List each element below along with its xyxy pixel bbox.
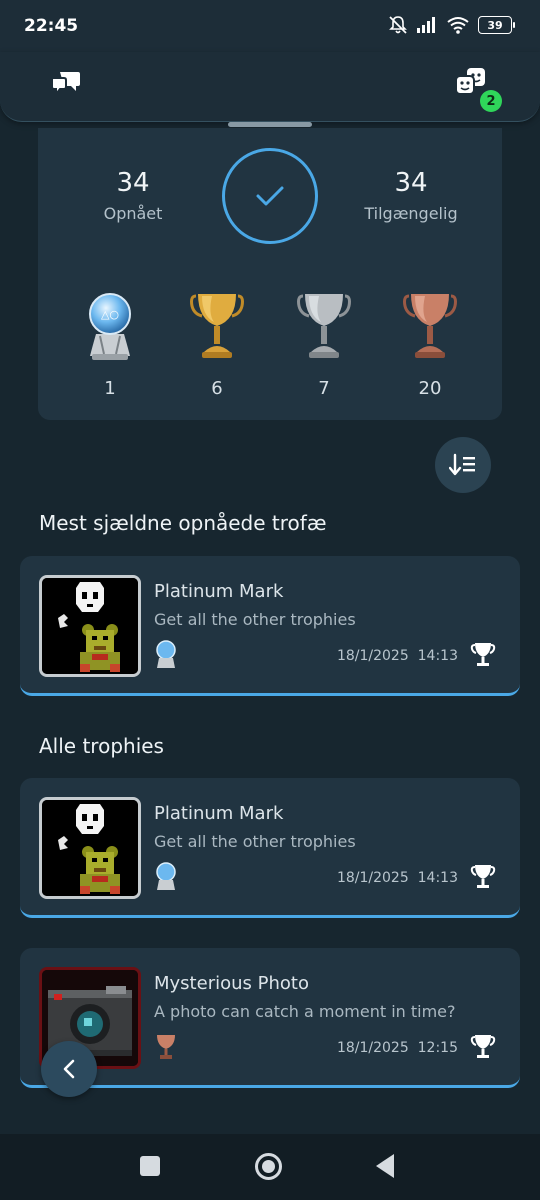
trophy-time: 14:13	[417, 648, 458, 664]
chat-bubbles-icon[interactable]	[50, 70, 82, 98]
drag-handle[interactable]	[228, 122, 312, 127]
available-stat: 34 Tilgængelig	[356, 168, 466, 223]
gold-column: 6	[181, 290, 253, 399]
trophy-earned-datetime: 18/1/2025 12:15	[337, 1040, 458, 1056]
ghost-bear-image	[42, 578, 138, 674]
svg-text:△○: △○	[101, 308, 119, 321]
status-time: 22:45	[24, 16, 79, 36]
chevron-left-icon	[63, 1059, 75, 1079]
earned-count: 34	[116, 168, 150, 198]
battery-level: 39	[487, 18, 503, 32]
available-label: Tilgængelig	[364, 204, 458, 223]
silver-trophy-icon	[297, 294, 351, 358]
all-section-title: Alle trophies	[39, 734, 164, 758]
available-count: 34	[394, 168, 428, 198]
battery-icon: 39	[478, 16, 515, 34]
platinum-grade-icon	[156, 640, 176, 668]
back-button[interactable]	[41, 1041, 97, 1097]
completion-ring	[222, 148, 318, 244]
trophy-title: Mysterious Photo	[154, 973, 309, 994]
trophy-description: Get all the other trophies	[154, 832, 356, 851]
trophy-earned-datetime: 18/1/2025 14:13	[337, 648, 458, 664]
earned-stat: 34 Opnået	[88, 168, 178, 223]
platinum-grade-icon	[156, 862, 176, 890]
trophy-cup-icon	[470, 865, 496, 888]
ghost-bear-image	[42, 800, 138, 896]
trophy-date: 18/1/2025	[336, 1040, 409, 1056]
trophy-date: 18/1/2025	[336, 648, 409, 664]
back-icon[interactable]	[376, 1154, 394, 1178]
trophy-cup-icon	[470, 1035, 496, 1058]
earned-label: Opnået	[103, 204, 163, 223]
trophy-title: Platinum Mark	[154, 581, 284, 602]
trophy-date: 18/1/2025	[336, 870, 409, 886]
gold-count: 6	[211, 378, 223, 399]
bronze-grade-icon	[157, 1035, 175, 1059]
rarest-section-title: Mest sjældne opnåede trofæ	[39, 511, 327, 535]
system-nav-bar	[0, 1134, 540, 1200]
sort-icon	[449, 453, 475, 476]
bronze-column: 20	[394, 290, 466, 399]
sort-button[interactable]	[435, 437, 491, 493]
platinum-column: △○ 1	[74, 290, 146, 399]
status-icons: 39	[388, 15, 515, 35]
recents-icon[interactable]	[140, 1156, 160, 1176]
signal-icon	[417, 17, 435, 33]
trophy-summary-card: 34 Opnået 34 Tilgængelig △○ 1 6 7 20	[38, 128, 502, 420]
trophy-time: 14:13	[417, 870, 458, 886]
home-icon[interactable]	[255, 1153, 282, 1180]
silver-count: 7	[318, 378, 330, 399]
bronze-trophy-icon	[403, 294, 457, 358]
trophy-thumbnail	[39, 575, 141, 677]
silver-column: 7	[288, 290, 360, 399]
bronze-count: 20	[418, 378, 442, 399]
check-icon	[256, 186, 284, 206]
trophy-time: 12:15	[417, 1040, 458, 1056]
trophy-earned-datetime: 18/1/2025 14:13	[337, 870, 458, 886]
gold-trophy-icon	[190, 294, 244, 358]
trophy-cup-icon	[470, 643, 496, 666]
wifi-icon	[447, 17, 469, 34]
trophy-description: A photo can catch a moment in time?	[154, 1002, 456, 1021]
trophy-title: Platinum Mark	[154, 803, 284, 824]
top-bar: 2	[0, 52, 540, 122]
trophy-thumbnail	[39, 797, 141, 899]
platinum-trophy-icon: △○	[89, 293, 131, 360]
rarest-trophy-item[interactable]: Platinum Mark Get all the other trophies…	[20, 556, 520, 696]
trophy-list-item[interactable]: Platinum Mark Get all the other trophies…	[20, 778, 520, 918]
trophy-description: Get all the other trophies	[154, 610, 356, 629]
bell-muted-icon	[389, 16, 407, 34]
friends-badge: 2	[480, 90, 502, 112]
platinum-count: 1	[104, 378, 116, 399]
status-bar: 22:45 39	[0, 0, 540, 52]
